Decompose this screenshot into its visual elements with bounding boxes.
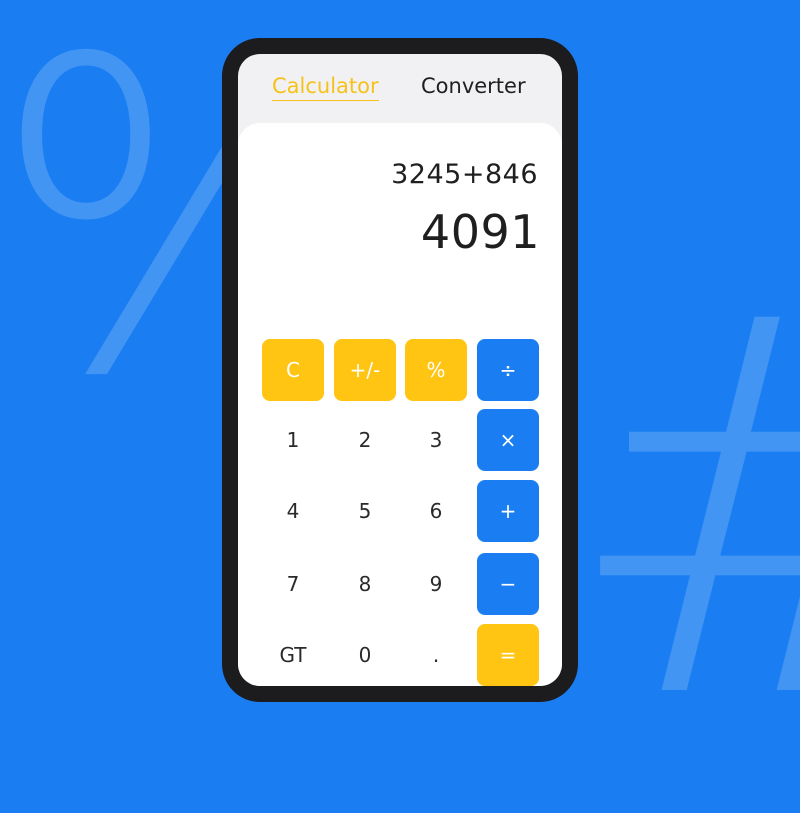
result-display: 4091 [420,205,540,259]
tab-calculator[interactable]: Calculator [272,74,379,101]
phone-frame: Calculator Converter 3245+846 4091 C +/-… [222,38,578,702]
sign-toggle-button[interactable]: +/- [334,339,396,401]
multiply-button[interactable]: × [477,409,539,471]
digit-8-button[interactable]: 8 [334,553,396,615]
calculator-panel: 3245+846 4091 C +/- % ÷ 1 2 3 × 4 5 6 + … [238,123,562,686]
equals-button[interactable]: = [477,624,539,686]
decimal-point-button[interactable]: . [405,624,467,686]
digit-2-button[interactable]: 2 [334,409,396,471]
percent-button[interactable]: % [405,339,467,401]
tab-bar: Calculator Converter [238,54,562,124]
digit-5-button[interactable]: 5 [334,480,396,542]
plus-button[interactable]: + [477,480,539,542]
clear-button[interactable]: C [262,339,324,401]
minus-button[interactable]: − [477,553,539,615]
digit-6-button[interactable]: 6 [405,480,467,542]
digit-4-button[interactable]: 4 [262,480,324,542]
digit-3-button[interactable]: 3 [405,409,467,471]
digit-9-button[interactable]: 9 [405,553,467,615]
digit-7-button[interactable]: 7 [262,553,324,615]
expression-display: 3245+846 [391,159,538,190]
divide-button[interactable]: ÷ [477,339,539,401]
digit-0-button[interactable]: 0 [334,624,396,686]
digit-1-button[interactable]: 1 [262,409,324,471]
background-hash-symbol: # [560,250,800,770]
tab-converter[interactable]: Converter [421,74,526,98]
phone-screen: Calculator Converter 3245+846 4091 C +/-… [238,54,562,686]
grand-total-button[interactable]: GT [262,624,324,686]
